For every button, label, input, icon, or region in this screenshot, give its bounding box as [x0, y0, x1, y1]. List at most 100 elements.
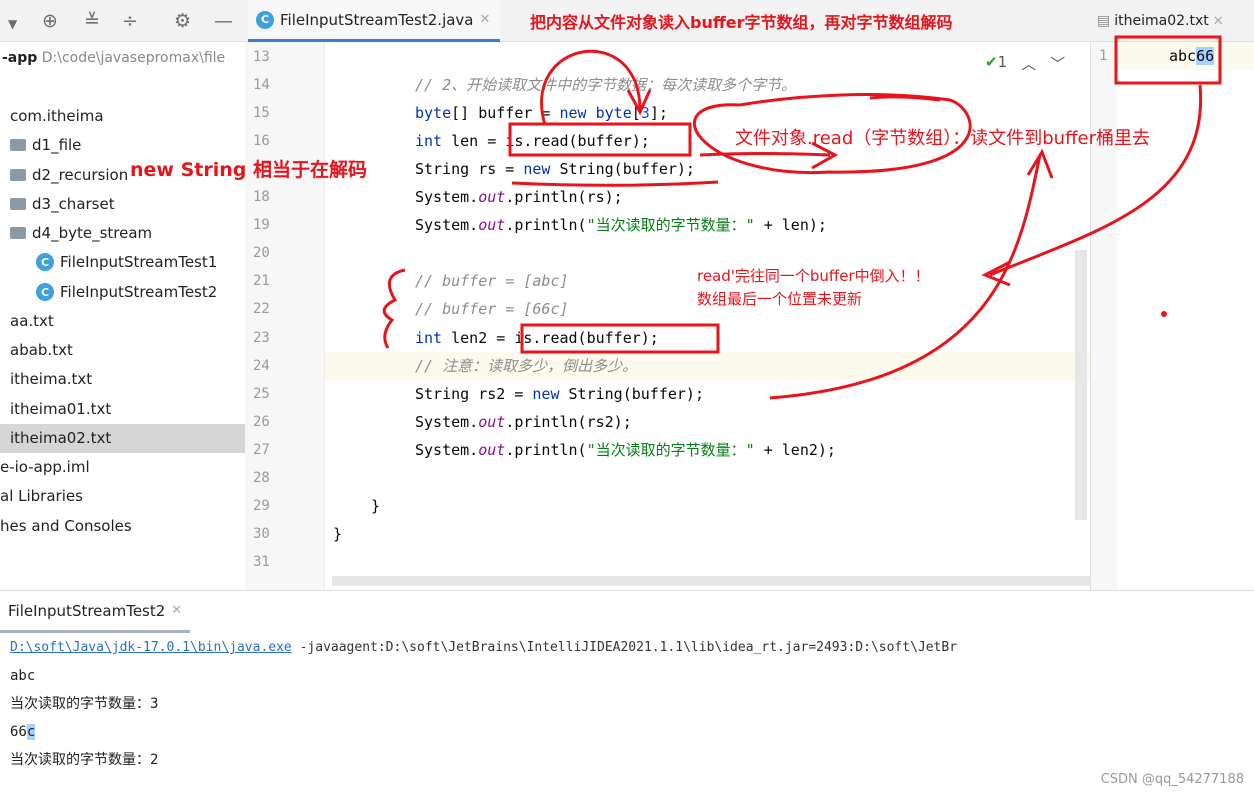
chevron-down-icon[interactable]: ▼ — [8, 13, 17, 35]
code-token: .println(rs); — [505, 188, 623, 207]
tree-item[interactable]: abab.txt — [10, 336, 73, 364]
collapse-all-icon[interactable]: ÷ — [122, 10, 138, 32]
gear-icon[interactable]: ⚙ — [174, 10, 191, 32]
line-number: 16 — [253, 133, 270, 150]
code-token: .println( — [505, 440, 587, 459]
code-token: new — [559, 104, 587, 123]
editor-scrollbar[interactable] — [1075, 250, 1087, 520]
tab-label: FileInputStreamTest2.java — [280, 10, 474, 29]
tree-item[interactable]: d4_byte_stream — [10, 219, 152, 247]
tree-item-label: al Libraries — [0, 487, 83, 505]
line-number: 15 — [253, 105, 270, 122]
selected-text: 66 — [1196, 47, 1215, 65]
console-output: abc — [10, 668, 36, 684]
tree-item[interactable]: C FileInputStreamTest1 — [36, 248, 217, 276]
tree-item[interactable]: com.itheima — [10, 102, 104, 130]
tree-item[interactable]: C FileInputStreamTest2 — [36, 278, 217, 306]
code-token: "当次读取的字节数量：" — [586, 440, 755, 459]
annotation-read: 文件对象.read（字节数组）：读文件到buffer桶里去 — [735, 128, 1150, 149]
line-number: 26 — [253, 413, 270, 430]
tree-item[interactable]: hes and Consoles — [0, 512, 132, 540]
code-token: System. — [415, 412, 479, 431]
code-line: // buffer = [66c] — [415, 295, 569, 323]
line-number: 27 — [253, 441, 270, 458]
tree-item[interactable]: e-io-app.iml — [0, 453, 90, 481]
code-token: int — [415, 328, 443, 347]
tree-item[interactable]: itheima02.txt — [10, 424, 111, 452]
java-class-icon: C — [36, 283, 54, 301]
code-line: int len = is.read(buffer); — [415, 127, 650, 155]
line-number: 19 — [253, 217, 270, 234]
code-line: String rs2 = new String(buffer); — [415, 380, 704, 408]
code-token: new — [532, 384, 560, 403]
code-token: // 2、开始读取文件中的字节数据：每次读取多个字节。 — [415, 76, 797, 95]
tree-item[interactable]: al Libraries — [0, 482, 83, 510]
code-line: byte[] buffer = new byte[3]; — [415, 99, 668, 127]
chevron-down-icon[interactable]: ﹀ — [1050, 53, 1065, 74]
expand-all-icon[interactable]: ≚ — [84, 10, 100, 32]
tree-item[interactable]: itheima.txt — [10, 365, 92, 393]
close-icon[interactable]: ✕ — [171, 603, 182, 618]
console-tab[interactable]: FileInputStreamTest2 ✕ — [0, 591, 191, 633]
tree-item[interactable]: d2_recursion — [10, 161, 128, 189]
code-token: .println( — [505, 216, 587, 235]
code-line: // 2、开始读取文件中的字节数据：每次读取多个字节。 — [415, 71, 796, 99]
line-number: 29 — [253, 497, 270, 514]
code-token: } — [333, 524, 343, 543]
code-line: System.out.println(rs); — [415, 183, 623, 211]
inspection-widget[interactable]: ✔1 ︿ ﹀ — [985, 53, 1065, 74]
tree-item[interactable]: d1_file — [10, 131, 81, 159]
minimize-icon[interactable]: — — [214, 10, 233, 32]
tree-item-label: d3_charset — [32, 195, 115, 213]
code-token: // buffer = [66c] — [415, 300, 569, 319]
tab-label: itheima02.txt — [1114, 13, 1209, 29]
code-token: // 注意：读取多少，倒出多少。 — [415, 356, 638, 375]
code-line: System.out.println("当次读取的字节数量：" + len); — [415, 211, 827, 239]
tree-item[interactable]: itheima01.txt — [10, 395, 111, 423]
java-exe-link[interactable]: D:\soft\Java\jdk-17.0.1\bin\java.exe — [10, 640, 292, 655]
console-tab-label: FileInputStreamTest2 — [8, 601, 166, 620]
watermark: CSDN @qq_54277188 — [1100, 772, 1244, 787]
line-number: 1 — [1099, 48, 1108, 64]
code-token: String(buffer); — [559, 384, 704, 403]
code-token: System. — [415, 216, 479, 235]
project-name: -app — [2, 50, 38, 66]
tab-fileinputstreamtest2[interactable]: C FileInputStreamTest2.java ✕ — [248, 0, 500, 42]
selected-text: c — [26, 724, 36, 740]
line-number: 28 — [253, 469, 270, 486]
java-class-icon: C — [36, 253, 54, 271]
code-token: String rs = — [415, 160, 524, 179]
code-token: .println(rs2); — [505, 412, 632, 431]
target-icon[interactable]: ⊕ — [42, 10, 58, 32]
tree-item[interactable]: aa.txt — [10, 307, 54, 335]
code-line: } — [333, 520, 342, 548]
tree-item-label: itheima.txt — [10, 370, 93, 388]
check-icon: ✔1 — [985, 53, 1008, 71]
line-number: 25 — [253, 385, 270, 402]
code-token: // buffer = [abc] — [415, 272, 569, 291]
chevron-up-icon[interactable]: ︿ — [1021, 53, 1036, 74]
project-root[interactable]: -app D:\code\javasepromax\file — [2, 50, 225, 66]
close-icon[interactable]: ✕ — [1213, 14, 1224, 29]
tree-item-label: abab.txt — [10, 341, 73, 359]
close-icon[interactable]: ✕ — [480, 12, 491, 27]
line-number: 18 — [253, 189, 270, 206]
tab-itheima02[interactable]: ▤ itheima02.txt ✕ — [1093, 0, 1228, 42]
console-command: D:\soft\Java\jdk-17.0.1\bin\java.exe -ja… — [10, 634, 957, 662]
code-line: System.out.println(rs2); — [415, 408, 632, 436]
tree-item-label: com.itheima — [10, 107, 104, 125]
code-line: System.out.println("当次读取的字节数量：" + len2); — [415, 436, 836, 464]
code-token: "当次读取的字节数量：" — [586, 216, 755, 235]
tree-item-label: FileInputStreamTest2 — [60, 283, 218, 301]
tree-item[interactable]: d3_charset — [10, 190, 115, 218]
line-number: 22 — [253, 301, 270, 318]
tree-item-label: e-io-app.iml — [0, 458, 90, 476]
tree-item-label: d4_byte_stream — [32, 224, 153, 242]
code-line: // 注意：读取多少，倒出多少。 — [415, 352, 637, 380]
annotation-top: 把内容从文件对象读入buffer字节数组，再对字节数组解码 — [530, 13, 953, 32]
folder-icon — [10, 198, 26, 210]
run-console: FileInputStreamTest2 ✕ D:\soft\Java\jdk-1… — [0, 590, 1254, 795]
line-number: 30 — [253, 525, 270, 542]
editor-hscrollbar[interactable] — [332, 576, 1090, 586]
code-line: } — [371, 492, 380, 520]
